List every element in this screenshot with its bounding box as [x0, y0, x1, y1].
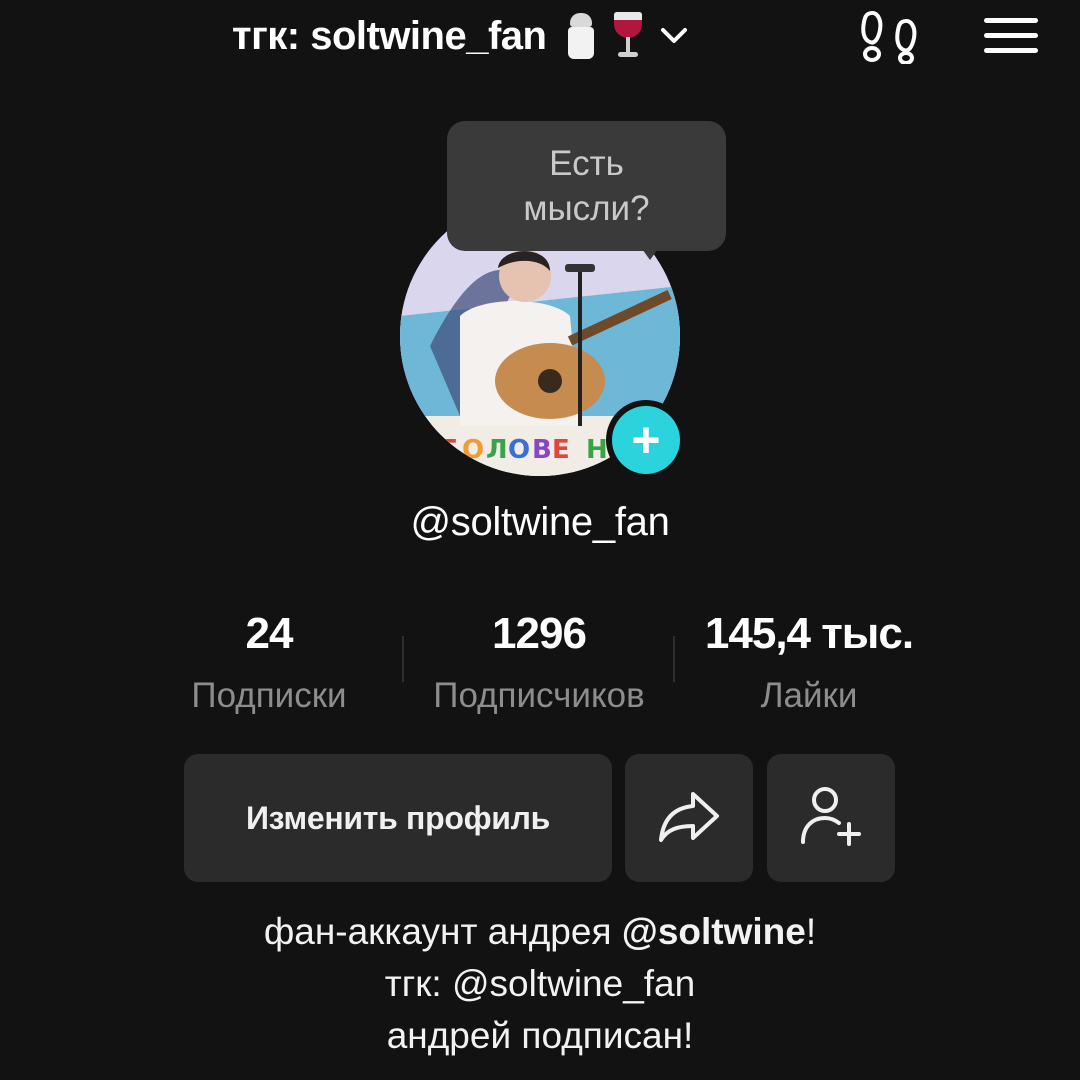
stat-label: Подписчиков [433, 676, 645, 715]
profile-switcher[interactable]: тгк: soltwine_fan [232, 8, 690, 64]
svg-text:О: О [462, 435, 484, 465]
header-title: тгк: soltwine_fan [232, 13, 547, 58]
tooltip-line-1: Есть [549, 143, 624, 183]
edit-profile-button[interactable]: Изменить профиль [184, 754, 612, 882]
chevron-down-icon[interactable] [658, 25, 690, 47]
add-friend-button[interactable] [767, 754, 895, 882]
stat-value: 1296 [492, 609, 587, 658]
stat-value: 145,4 тыс. [704, 609, 914, 658]
edit-profile-label: Изменить профиль [245, 799, 551, 836]
plus-icon: + [612, 406, 680, 474]
tooltip-tail [640, 246, 660, 260]
share-profile-button[interactable] [625, 754, 753, 882]
bio-text: ! [805, 911, 817, 952]
stat-likes[interactable]: 145,4 тыс. Лайки [684, 606, 934, 724]
stat-value: 24 [245, 609, 294, 658]
bio-line-1: фан-аккаунт андрея @soltwine! [0, 906, 1080, 958]
svg-text:Л: Л [486, 435, 508, 465]
username: @soltwine_fan [410, 500, 670, 544]
wine-glass-icon [612, 12, 644, 60]
tooltip-line-2: мысли? [523, 189, 650, 228]
svg-text:Е: Е [552, 435, 570, 465]
stat-divider [673, 636, 675, 682]
stat-label: Лайки [760, 676, 858, 715]
stat-divider [402, 636, 404, 682]
thoughts-tooltip[interactable]: Есть мысли? [447, 121, 726, 251]
menu-icon[interactable] [982, 14, 1040, 58]
svg-text:Н: Н [586, 435, 608, 465]
stat-label: Подписки [191, 676, 347, 715]
bio-text: фан-аккаунт андрея [263, 911, 622, 952]
stat-following[interactable]: 24 Подписки [174, 606, 364, 724]
bio-mention-link[interactable]: @soltwine [622, 911, 806, 952]
bio-line-3: андрей подписан! [386, 1015, 694, 1056]
svg-text:Г: Г [440, 435, 457, 465]
share-icon [655, 788, 723, 849]
add-avatar-button[interactable]: + [606, 400, 686, 480]
svg-text:О: О [508, 435, 530, 465]
add-user-icon [797, 784, 865, 853]
bio: фан-аккаунт андрея @soltwine! тгк: @solt… [0, 906, 1080, 1062]
svg-text:В: В [532, 435, 552, 465]
bio-line-2: тгк: @soltwine_fan [384, 963, 696, 1004]
stat-followers[interactable]: 1296 Подписчиков [414, 606, 664, 724]
footprints-icon[interactable] [858, 8, 922, 65]
salt-shaker-icon [566, 13, 596, 59]
